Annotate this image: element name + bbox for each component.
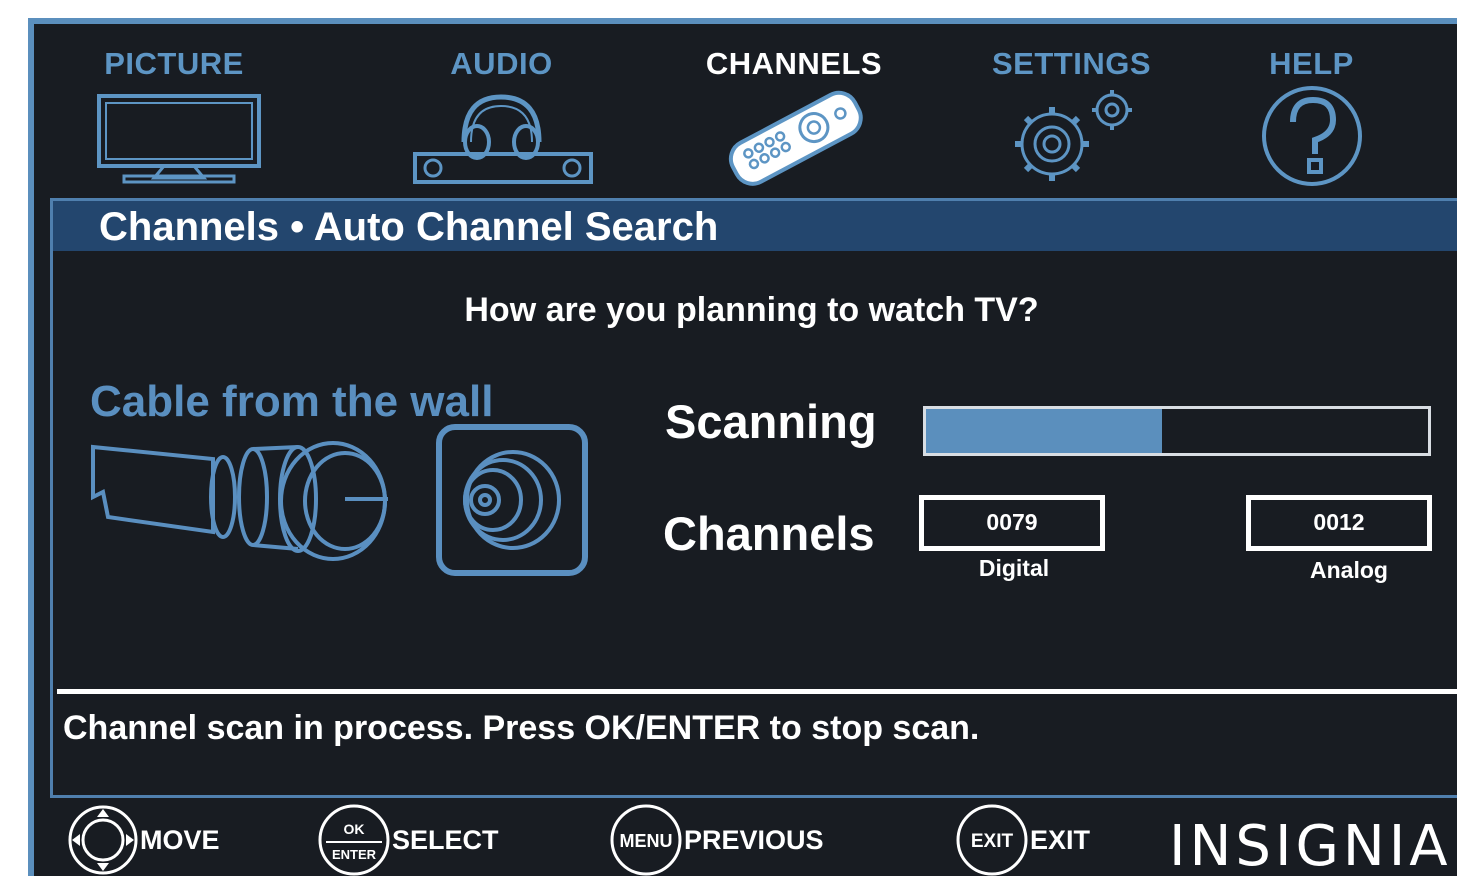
tab-help[interactable]: HELP [1249,46,1374,187]
digital-channel-count: 0079 [919,495,1105,551]
panel-header: Channels • Auto Channel Search [53,201,1457,251]
tab-picture-label: PICTURE [104,46,244,81]
ok-icon-top: OK [344,821,365,837]
dpad-icon [68,805,138,875]
question-mark-icon [1261,86,1362,186]
footer-move: MOVE [66,804,220,876]
auto-channel-search-panel: Channels • Auto Channel Search How are y… [50,198,1457,798]
ok-icon-bottom: ENTER [332,847,377,862]
tab-channels[interactable]: CHANNELS [694,46,894,192]
tv-icon [97,94,261,184]
question-text: How are you planning to watch TV? [464,291,1039,329]
tab-settings-label: SETTINGS [991,46,1151,81]
coax-wall-outlet-icon [436,424,588,576]
footer-previous-label: PREVIOUS [684,824,824,855]
footer-move-label: MOVE [140,824,220,855]
footer-select: OK ENTER SELECT [316,804,499,876]
tv-screen: PICTURE AUDIO CHANNELS SETTINGS HELP Cha… [28,18,1457,876]
gears-icon [1014,90,1132,181]
ok-enter-button-icon: OK ENTER [318,804,390,876]
source-label: Cable from the wall [90,377,494,426]
footer-select-label: SELECT [392,824,499,855]
status-message: Channel scan in process. Press OK/ENTER … [63,709,980,747]
digital-caption: Digital [978,555,1050,581]
menu-button-icon: MENU [610,804,682,876]
tab-audio[interactable]: AUDIO [409,46,594,187]
page-title: Channels • Auto Channel Search [99,205,719,249]
exit-button-icon: EXIT [956,804,1028,876]
exit-icon-text: EXIT [971,831,1014,852]
analog-channel-count: 0012 [1246,495,1432,551]
footer-exit: EXIT EXIT [954,804,1090,876]
headphones-soundbar-icon [413,94,593,184]
tab-settings[interactable]: SETTINGS [984,46,1159,187]
channels-label: Channels [663,507,875,560]
tab-audio-label: AUDIO [450,46,553,81]
footer-exit-label: EXIT [1030,824,1091,855]
remote-control-icon [728,90,863,186]
footer-previous: MENU PREVIOUS [608,804,824,876]
divider [57,689,1457,694]
scanning-label: Scanning [665,395,877,448]
menu-icon-text: MENU [620,831,673,851]
analog-caption: Analog [1310,557,1388,583]
scan-progress-bar [923,406,1431,456]
tab-help-label: HELP [1269,46,1354,81]
tab-channels-label: CHANNELS [705,46,883,81]
scan-progress-fill [926,409,1162,453]
brand-logo: INSIGNIA [1169,814,1452,876]
coax-cable-icon [91,441,388,561]
tab-picture[interactable]: PICTURE [94,46,261,188]
